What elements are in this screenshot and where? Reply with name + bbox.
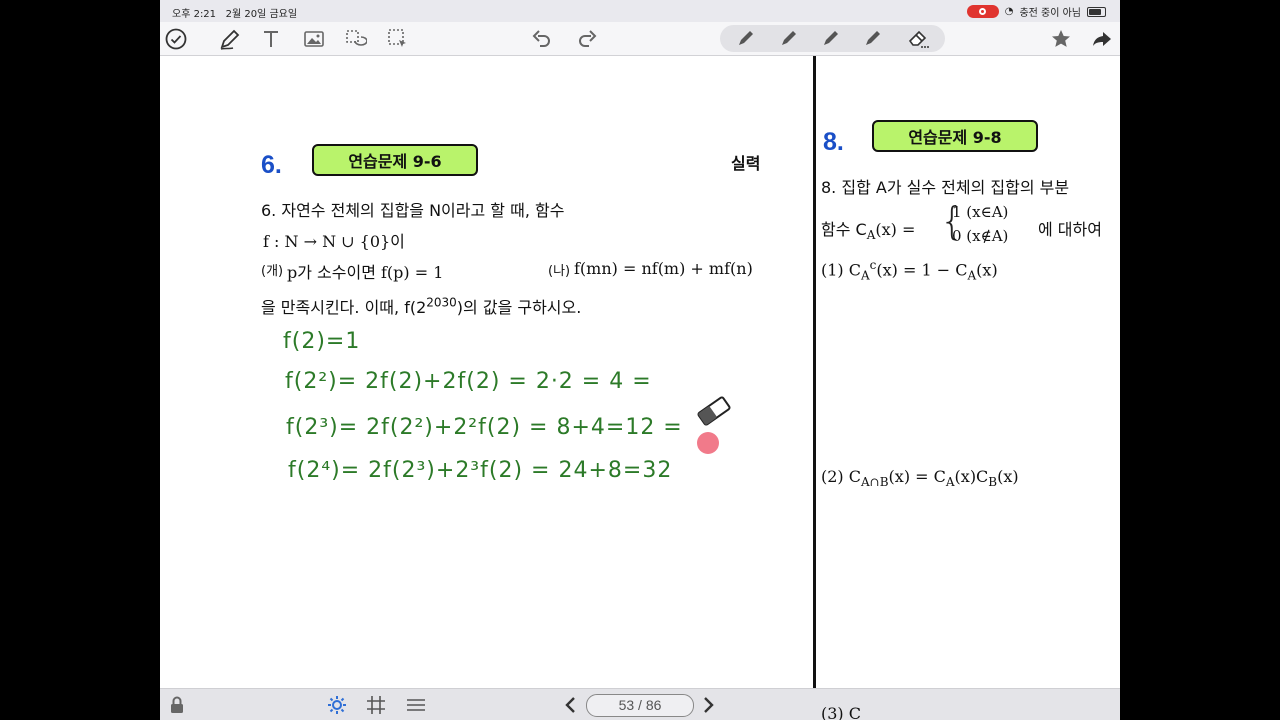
case-2: 0 (x∉A)	[952, 227, 1009, 245]
selection-icon[interactable]	[386, 27, 410, 51]
exercise-badge: 연습문제 9-6	[312, 144, 478, 176]
wifi-icon: ◔	[1004, 6, 1014, 17]
item-1: (1) CAc(x) = 1 − CA(x)	[821, 258, 998, 283]
undo-icon[interactable]	[530, 27, 554, 51]
document-page-left[interactable]: 6. 연습문제 9-6 실력 6. 자연수 전체의 집합을 N이라고 할 때, …	[160, 56, 813, 688]
line2-mid: (x) =	[875, 220, 916, 239]
line4-exponent: 2030	[426, 295, 457, 310]
brightness-icon[interactable]	[326, 694, 348, 716]
star-icon[interactable]	[1049, 27, 1073, 51]
item2-rest: (x) = C	[888, 467, 946, 486]
status-right: ◔ 충전 중이 아님	[966, 4, 1106, 19]
eraser-icon[interactable]	[906, 26, 930, 50]
pen-tool-icon[interactable]	[777, 26, 801, 50]
line2-pre: 함수 C	[821, 220, 867, 239]
function-definition: 함수 CA(x) =	[821, 216, 915, 242]
item1-label: (1) C	[821, 260, 861, 280]
text-icon[interactable]	[259, 27, 283, 51]
item1-rest: (x) = 1 − C	[876, 260, 968, 280]
document-page-right[interactable]: 8. 연습문제 9-8 8. 집합 A가 실수 전체의 집합의 부분 함수 CA…	[816, 56, 1120, 688]
lines-icon[interactable]	[405, 694, 427, 716]
image-icon[interactable]	[302, 27, 326, 51]
redo-icon[interactable]	[575, 27, 599, 51]
exercise-badge: 연습문제 9-8	[872, 120, 1038, 152]
handwriting-line1: f(2)=1	[283, 329, 361, 354]
line4-post: )의 값을 구하시오.	[456, 298, 582, 317]
handwriting-line4: f(2⁴)= 2f(2³)+2³f(2) = 24+8=32	[288, 458, 673, 483]
status-date: 2월 20일 금요일	[225, 9, 298, 20]
problem-text-line4: 을 만족시킨다. 이때, f(22030)의 값을 구하시오.	[261, 294, 581, 318]
lock-icon[interactable]	[166, 694, 188, 716]
condition-b: f(mn) = nf(m) + mf(n)	[574, 259, 753, 278]
handwriting-line2: f(2²)= 2f(2)+2f(2) = 2·2 = 4 =	[285, 369, 652, 394]
line4-pre: 을 만족시킨다. 이때, f(2	[261, 298, 427, 317]
item-3-partial: (3) C	[821, 704, 861, 720]
difficulty-label: 실력	[731, 154, 761, 173]
item2-label: (2) C	[821, 467, 861, 486]
condition-a: p가 소수이면 f(p) = 1	[287, 263, 444, 282]
pen-tool-icon[interactable]	[819, 26, 843, 50]
item-2: (2) CA∩B(x) = CA(x)CB(x)	[821, 467, 1019, 489]
problem-number: 8.	[823, 128, 844, 156]
charging-status: 충전 중이 아님	[1019, 8, 1081, 19]
pen-cursor-dot	[697, 432, 719, 454]
condition-b-label: (나)	[548, 264, 571, 279]
problem-text-line1: 6. 자연수 전체의 집합을 N이라고 할 때, 함수	[261, 201, 565, 220]
lasso-icon[interactable]	[343, 27, 368, 51]
pen-icon[interactable]	[218, 27, 242, 51]
problem-text-line1: 8. 집합 A가 실수 전체의 집합의 부분	[821, 178, 1070, 197]
app-window: 오후 2:21 2월 20일 금요일 ◔ 충전 중이 아님 6. 연습문제 9-…	[160, 0, 1120, 720]
pen-tool-icon[interactable]	[734, 26, 758, 50]
checkmark-icon[interactable]	[164, 27, 188, 51]
battery-icon	[1087, 6, 1106, 17]
item2-mid: (x)C	[954, 467, 989, 486]
screen-recording-icon[interactable]	[966, 5, 999, 18]
toolbar	[160, 22, 1120, 56]
eraser-cursor-icon	[694, 396, 734, 426]
pen-palette	[720, 25, 945, 52]
pen-tool-icon[interactable]	[861, 26, 885, 50]
share-icon[interactable]	[1090, 27, 1114, 51]
case-1: 1 (x∈A)	[952, 203, 1009, 221]
grid-icon[interactable]	[365, 694, 387, 716]
status-time-date: 오후 2:21 2월 20일 금요일	[172, 5, 297, 20]
status-bar: 오후 2:21 2월 20일 금요일 ◔ 충전 중이 아님	[160, 0, 1120, 22]
item2-sub2: A	[945, 475, 955, 490]
problem-number: 6.	[261, 151, 282, 179]
item2-sub3: B	[988, 475, 998, 490]
status-time: 오후 2:21	[172, 9, 217, 20]
item1-end: (x)	[976, 260, 998, 280]
item2-sub: A∩B	[861, 475, 889, 490]
line2-post: 에 대하여	[1038, 220, 1102, 239]
condition-a-label: (개)	[261, 264, 284, 279]
item1-sub2: A	[967, 268, 977, 283]
bottom-bar: 53 / 86 (3) C	[160, 688, 1120, 720]
handwriting-line3: f(2³)= 2f(2²)+2²f(2) = 8+4=12 =	[286, 415, 683, 440]
page-counter[interactable]: 53 / 86	[586, 694, 694, 717]
item2-end: (x)	[997, 467, 1019, 486]
item1-sub: A	[861, 268, 870, 283]
next-page-icon[interactable]	[697, 694, 719, 716]
function-definition: f : N → N ∪ {0}이	[263, 232, 405, 251]
previous-page-icon[interactable]	[560, 694, 582, 716]
